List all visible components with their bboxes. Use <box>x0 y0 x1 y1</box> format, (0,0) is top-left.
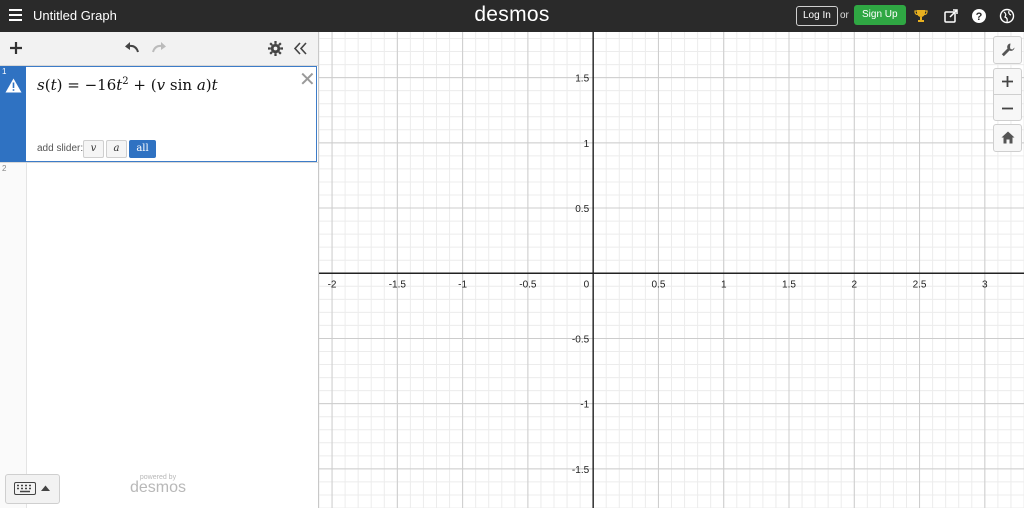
home-icon <box>1001 131 1014 144</box>
y-tick-label: 0.5 <box>575 204 589 215</box>
signup-button[interactable]: Sign Up <box>854 5 906 25</box>
expression-gutter[interactable]: 2 <box>0 163 27 508</box>
minor-gridlines <box>319 32 1024 508</box>
graph-settings-button[interactable] <box>993 36 1022 64</box>
zoom-in-icon <box>1002 76 1013 87</box>
trophy-icon[interactable] <box>913 8 929 24</box>
gear-icon[interactable] <box>268 41 283 56</box>
warning-icon <box>5 78 22 93</box>
panel-toolbar <box>0 32 318 66</box>
wrench-icon <box>1001 43 1014 57</box>
globe-icon[interactable] <box>999 8 1015 24</box>
y-tick-label: 1 <box>584 139 590 150</box>
caret-up-icon <box>41 485 50 491</box>
home-button[interactable] <box>993 124 1022 152</box>
x-tick-label: 0 <box>584 279 590 290</box>
y-tick-label: -0.5 <box>572 334 590 345</box>
expression-item-2[interactable]: 2 <box>0 163 318 508</box>
redo-icon[interactable] <box>151 42 167 54</box>
collapse-icon[interactable] <box>293 42 307 55</box>
svg-text:?: ? <box>976 11 983 23</box>
keypad-toggle-button[interactable] <box>5 474 60 504</box>
y-tick-label: 1.5 <box>575 74 589 85</box>
x-tick-label: -1.5 <box>389 279 407 290</box>
slider-all-button[interactable]: all <box>129 140 156 158</box>
plus-icon[interactable] <box>9 41 23 55</box>
slider-a-button[interactable]: a <box>106 140 127 158</box>
delete-expression-icon[interactable]: ✕ <box>299 70 316 90</box>
x-tick-label: 0.5 <box>651 279 665 290</box>
slider-v-button[interactable]: v <box>83 140 104 158</box>
add-slider-label: add slider: <box>37 143 84 154</box>
help-icon[interactable]: ? <box>971 8 987 24</box>
or-label: or <box>840 10 849 21</box>
expression-number: 2 <box>2 164 7 173</box>
expression-gutter[interactable]: 1 <box>0 66 26 162</box>
x-tick-label: 2 <box>851 279 857 290</box>
graph-canvas[interactable]: -2 -1.5 -1 -0.5 0 0.5 1 1.5 2 2.5 3 1.5 1 0.5 -0.5 -1 -1… <box>319 32 1024 508</box>
keyboard-icon <box>14 482 36 495</box>
x-tick-label: -0.5 <box>519 279 537 290</box>
x-tick-label: 1 <box>721 279 727 290</box>
x-tick-label: -2 <box>328 279 337 290</box>
expression-formula[interactable]: s(t) = −16t2 + (v sin a)t <box>37 76 218 94</box>
powered-by-desmos[interactable]: powered by desmos <box>118 474 198 497</box>
expression-number: 1 <box>2 67 7 76</box>
expression-panel: 1 s(t) = −16t2 + (v sin a)t ✕ add slider… <box>0 32 319 508</box>
graph-grid[interactable]: -2 -1.5 -1 -0.5 0 0.5 1 1.5 2 2.5 3 1.5 1 0.5 -0.5 -1 -1… <box>319 32 1024 508</box>
x-tick-label: 2.5 <box>913 279 927 290</box>
x-tick-label: 3 <box>982 279 988 290</box>
share-icon[interactable] <box>943 8 959 24</box>
x-tick-label: -1 <box>458 279 467 290</box>
y-tick-label: -1 <box>580 400 589 411</box>
x-tick-label: 1.5 <box>782 279 796 290</box>
top-bar: Untitled Graph desmos Log In or Sign Up … <box>0 0 1024 32</box>
zoom-out-icon <box>1002 107 1013 110</box>
tick-labels: -2 -1.5 -1 -0.5 0 0.5 1 1.5 2 2.5 3 1.5 1 0.5 -0.5 -1 -1… <box>328 74 988 476</box>
zoom-in-button[interactable] <box>993 68 1022 95</box>
login-button[interactable]: Log In <box>796 6 838 26</box>
zoom-out-button[interactable] <box>993 94 1022 121</box>
undo-icon[interactable] <box>124 42 140 54</box>
y-tick-label: -1.5 <box>572 465 590 476</box>
